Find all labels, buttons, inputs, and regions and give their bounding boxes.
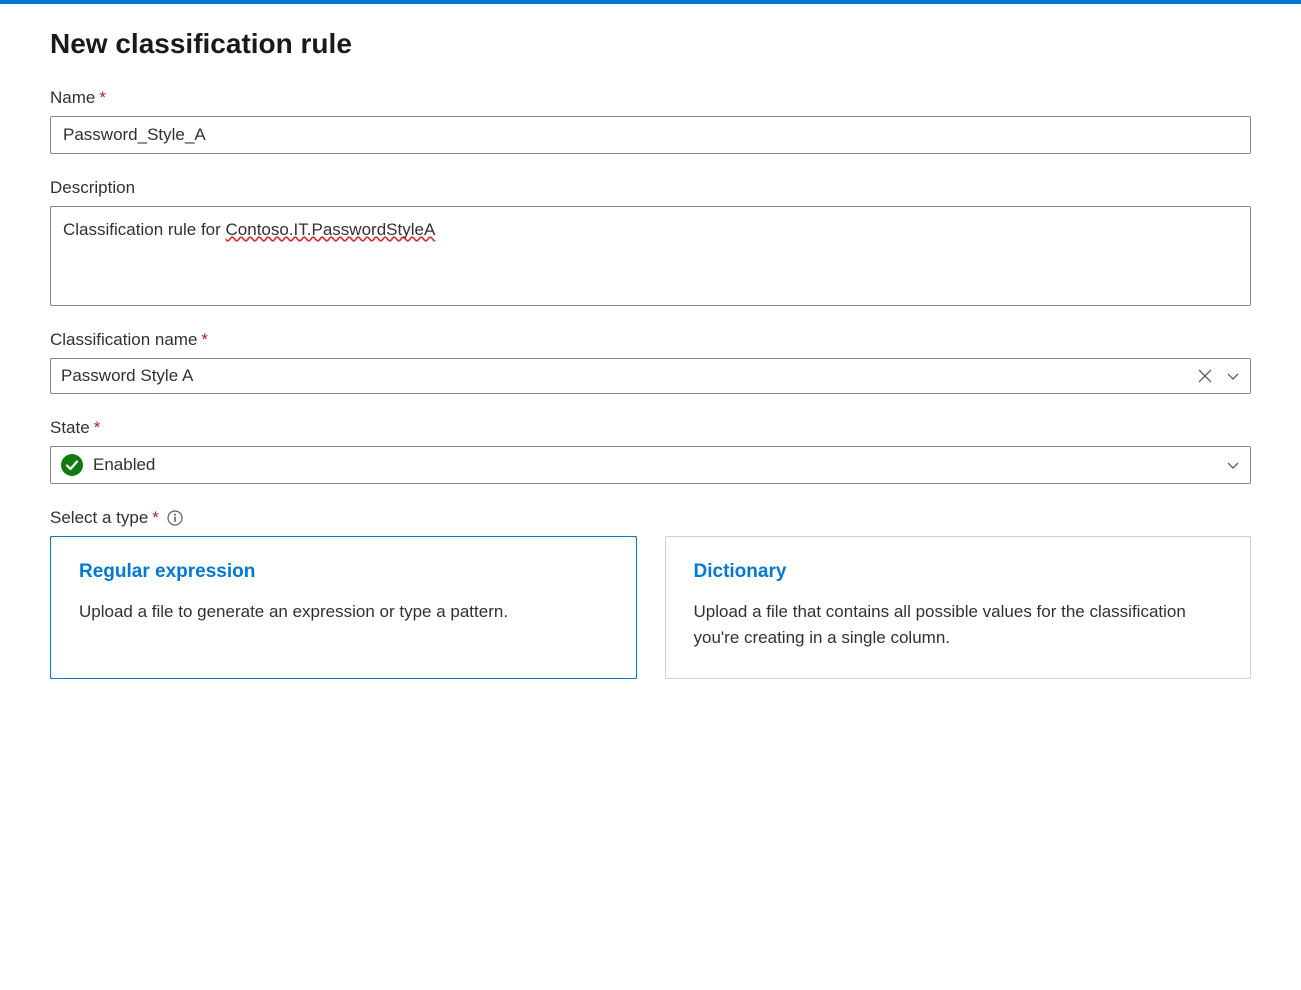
select-actions xyxy=(1226,458,1240,472)
classification-name-label: Classification name * xyxy=(50,330,1251,350)
classification-name-value: Password Style A xyxy=(61,366,1198,386)
state-label: State * xyxy=(50,418,1251,438)
enabled-check-icon xyxy=(61,454,83,476)
classification-name-label-text: Classification name xyxy=(50,330,197,350)
description-textarea[interactable]: Classification rule for Contoso.IT.Passw… xyxy=(50,206,1251,306)
type-cards-row: Regular expression Upload a file to gene… xyxy=(50,536,1251,679)
description-prefix: Classification rule for xyxy=(63,220,226,239)
chevron-down-icon[interactable] xyxy=(1226,369,1240,383)
state-select[interactable]: Enabled xyxy=(50,446,1251,484)
select-actions xyxy=(1198,369,1240,383)
name-field-group: Name * xyxy=(50,88,1251,154)
description-label-text: Description xyxy=(50,178,135,198)
type-card-dictionary[interactable]: Dictionary Upload a file that contains a… xyxy=(665,536,1252,679)
select-type-label: Select a type * xyxy=(50,508,1251,528)
chevron-down-icon[interactable] xyxy=(1226,458,1240,472)
select-type-field-group: Select a type * Regular expression Uploa… xyxy=(50,508,1251,679)
info-icon[interactable] xyxy=(167,510,183,526)
required-indicator: * xyxy=(99,88,106,108)
required-indicator: * xyxy=(94,418,101,438)
clear-icon[interactable] xyxy=(1198,369,1212,383)
description-spellcheck-text: Contoso.IT.PasswordStyleA xyxy=(226,220,436,239)
classification-name-field-group: Classification name * Password Style A xyxy=(50,330,1251,394)
form-container: New classification rule Name * Descripti… xyxy=(0,4,1301,743)
type-card-regex[interactable]: Regular expression Upload a file to gene… xyxy=(50,536,637,679)
dictionary-card-title: Dictionary xyxy=(694,561,1223,583)
select-type-label-text: Select a type xyxy=(50,508,148,528)
required-indicator: * xyxy=(152,508,159,528)
classification-name-select[interactable]: Password Style A xyxy=(50,358,1251,394)
required-indicator: * xyxy=(201,330,208,350)
state-field-group: State * Enabled xyxy=(50,418,1251,484)
regex-card-description: Upload a file to generate an expression … xyxy=(79,599,608,625)
name-input[interactable] xyxy=(50,116,1251,154)
name-label: Name * xyxy=(50,88,1251,108)
description-field-group: Description Classification rule for Cont… xyxy=(50,178,1251,306)
page-title: New classification rule xyxy=(50,28,1251,60)
dictionary-card-description: Upload a file that contains all possible… xyxy=(694,599,1223,650)
state-value: Enabled xyxy=(93,455,1226,475)
name-label-text: Name xyxy=(50,88,95,108)
state-label-text: State xyxy=(50,418,90,438)
regex-card-title: Regular expression xyxy=(79,561,608,583)
description-label: Description xyxy=(50,178,1251,198)
